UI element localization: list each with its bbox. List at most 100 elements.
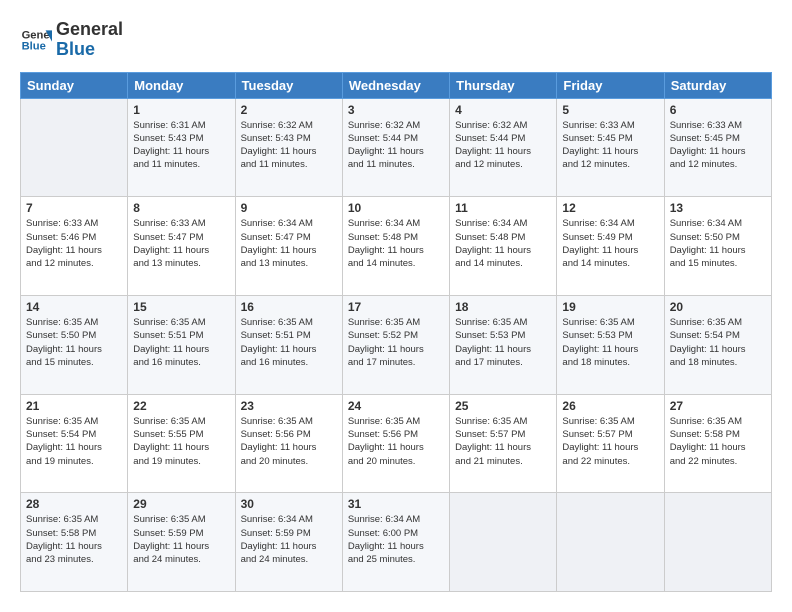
calendar-day-cell: 28 Sunrise: 6:35 AM Sunset: 5:58 PM Dayli… — [21, 493, 128, 592]
day-number: 29 — [133, 497, 229, 511]
day-info: Sunrise: 6:35 AM Sunset: 5:54 PM Dayligh… — [670, 316, 766, 369]
day-number: 24 — [348, 399, 444, 413]
day-number: 28 — [26, 497, 122, 511]
day-number: 23 — [241, 399, 337, 413]
day-info: Sunrise: 6:34 AM Sunset: 6:00 PM Dayligh… — [348, 513, 444, 566]
calendar-day-cell: 18 Sunrise: 6:35 AM Sunset: 5:53 PM Dayli… — [450, 295, 557, 394]
calendar-day-cell: 17 Sunrise: 6:35 AM Sunset: 5:52 PM Dayli… — [342, 295, 449, 394]
calendar-week-row: 14 Sunrise: 6:35 AM Sunset: 5:50 PM Dayli… — [21, 295, 772, 394]
calendar-day-cell: 21 Sunrise: 6:35 AM Sunset: 5:54 PM Dayli… — [21, 394, 128, 493]
day-info: Sunrise: 6:35 AM Sunset: 5:57 PM Dayligh… — [562, 415, 658, 468]
calendar-week-row: 21 Sunrise: 6:35 AM Sunset: 5:54 PM Dayli… — [21, 394, 772, 493]
calendar-header-friday: Friday — [557, 72, 664, 98]
calendar-day-cell: 11 Sunrise: 6:34 AM Sunset: 5:48 PM Dayli… — [450, 197, 557, 296]
day-number: 3 — [348, 103, 444, 117]
day-info: Sunrise: 6:35 AM Sunset: 5:50 PM Dayligh… — [26, 316, 122, 369]
day-info: Sunrise: 6:35 AM Sunset: 5:57 PM Dayligh… — [455, 415, 551, 468]
day-info: Sunrise: 6:35 AM Sunset: 5:53 PM Dayligh… — [562, 316, 658, 369]
calendar-day-cell: 30 Sunrise: 6:34 AM Sunset: 5:59 PM Dayli… — [235, 493, 342, 592]
day-number: 6 — [670, 103, 766, 117]
calendar-header-wednesday: Wednesday — [342, 72, 449, 98]
day-number: 10 — [348, 201, 444, 215]
calendar-week-row: 1Sunrise: 6:31 AM Sunset: 5:43 PM Daylig… — [21, 98, 772, 197]
day-info: Sunrise: 6:35 AM Sunset: 5:51 PM Dayligh… — [133, 316, 229, 369]
day-number: 31 — [348, 497, 444, 511]
logo-icon: General Blue — [20, 24, 52, 56]
day-number: 12 — [562, 201, 658, 215]
calendar-header-thursday: Thursday — [450, 72, 557, 98]
day-number: 15 — [133, 300, 229, 314]
day-number: 11 — [455, 201, 551, 215]
day-info: Sunrise: 6:34 AM Sunset: 5:48 PM Dayligh… — [348, 217, 444, 270]
day-info: Sunrise: 6:35 AM Sunset: 5:56 PM Dayligh… — [348, 415, 444, 468]
day-info: Sunrise: 6:35 AM Sunset: 5:51 PM Dayligh… — [241, 316, 337, 369]
day-number: 25 — [455, 399, 551, 413]
day-number: 21 — [26, 399, 122, 413]
day-number: 18 — [455, 300, 551, 314]
calendar-day-cell: 25 Sunrise: 6:35 AM Sunset: 5:57 PM Dayli… — [450, 394, 557, 493]
calendar-header-row: SundayMondayTuesdayWednesdayThursdayFrid… — [21, 72, 772, 98]
day-info: Sunrise: 6:34 AM Sunset: 5:59 PM Dayligh… — [241, 513, 337, 566]
calendar-day-cell: 3 Sunrise: 6:32 AM Sunset: 5:44 PM Daylig… — [342, 98, 449, 197]
calendar-day-cell — [557, 493, 664, 592]
logo: General Blue General Blue — [20, 20, 123, 60]
day-number: 22 — [133, 399, 229, 413]
calendar-day-cell: 19 Sunrise: 6:35 AM Sunset: 5:53 PM Dayli… — [557, 295, 664, 394]
calendar-day-cell: 26 Sunrise: 6:35 AM Sunset: 5:57 PM Dayli… — [557, 394, 664, 493]
day-number: 20 — [670, 300, 766, 314]
calendar-day-cell: 22 Sunrise: 6:35 AM Sunset: 5:55 PM Dayli… — [128, 394, 235, 493]
day-info: Sunrise: 6:34 AM Sunset: 5:48 PM Dayligh… — [455, 217, 551, 270]
calendar-day-cell — [21, 98, 128, 197]
day-number: 17 — [348, 300, 444, 314]
calendar-header-monday: Monday — [128, 72, 235, 98]
calendar-day-cell: 29 Sunrise: 6:35 AM Sunset: 5:59 PM Dayli… — [128, 493, 235, 592]
day-number: 9 — [241, 201, 337, 215]
day-number: 14 — [26, 300, 122, 314]
calendar-day-cell: 7Sunrise: 6:33 AM Sunset: 5:46 PM Daylig… — [21, 197, 128, 296]
day-info: Sunrise: 6:34 AM Sunset: 5:50 PM Dayligh… — [670, 217, 766, 270]
calendar-day-cell: 5Sunrise: 6:33 AM Sunset: 5:45 PM Daylig… — [557, 98, 664, 197]
day-number: 13 — [670, 201, 766, 215]
day-number: 1 — [133, 103, 229, 117]
day-number: 19 — [562, 300, 658, 314]
calendar-day-cell: 9Sunrise: 6:34 AM Sunset: 5:47 PM Daylig… — [235, 197, 342, 296]
day-number: 4 — [455, 103, 551, 117]
calendar-table: SundayMondayTuesdayWednesdayThursdayFrid… — [20, 72, 772, 592]
svg-text:Blue: Blue — [22, 40, 46, 52]
calendar-day-cell: 16 Sunrise: 6:35 AM Sunset: 5:51 PM Dayli… — [235, 295, 342, 394]
calendar-day-cell: 24 Sunrise: 6:35 AM Sunset: 5:56 PM Dayli… — [342, 394, 449, 493]
calendar-day-cell: 23 Sunrise: 6:35 AM Sunset: 5:56 PM Dayli… — [235, 394, 342, 493]
calendar-day-cell: 31 Sunrise: 6:34 AM Sunset: 6:00 PM Dayli… — [342, 493, 449, 592]
day-info: Sunrise: 6:32 AM Sunset: 5:43 PM Dayligh… — [241, 119, 337, 172]
header: General Blue General Blue — [20, 20, 772, 60]
day-number: 30 — [241, 497, 337, 511]
calendar-day-cell: 13 Sunrise: 6:34 AM Sunset: 5:50 PM Dayli… — [664, 197, 771, 296]
day-info: Sunrise: 6:35 AM Sunset: 5:58 PM Dayligh… — [26, 513, 122, 566]
day-info: Sunrise: 6:35 AM Sunset: 5:54 PM Dayligh… — [26, 415, 122, 468]
day-number: 16 — [241, 300, 337, 314]
calendar-day-cell — [664, 493, 771, 592]
calendar-day-cell: 20 Sunrise: 6:35 AM Sunset: 5:54 PM Dayli… — [664, 295, 771, 394]
day-info: Sunrise: 6:33 AM Sunset: 5:47 PM Dayligh… — [133, 217, 229, 270]
day-info: Sunrise: 6:35 AM Sunset: 5:55 PM Dayligh… — [133, 415, 229, 468]
day-info: Sunrise: 6:32 AM Sunset: 5:44 PM Dayligh… — [348, 119, 444, 172]
calendar-day-cell: 1Sunrise: 6:31 AM Sunset: 5:43 PM Daylig… — [128, 98, 235, 197]
day-number: 26 — [562, 399, 658, 413]
calendar-header-tuesday: Tuesday — [235, 72, 342, 98]
day-info: Sunrise: 6:35 AM Sunset: 5:53 PM Dayligh… — [455, 316, 551, 369]
calendar-day-cell: 27Sunrise: 6:35 AM Sunset: 5:58 PM Dayli… — [664, 394, 771, 493]
day-info: Sunrise: 6:33 AM Sunset: 5:45 PM Dayligh… — [562, 119, 658, 172]
calendar-header-sunday: Sunday — [21, 72, 128, 98]
day-info: Sunrise: 6:35 AM Sunset: 5:52 PM Dayligh… — [348, 316, 444, 369]
calendar-day-cell: 4Sunrise: 6:32 AM Sunset: 5:44 PM Daylig… — [450, 98, 557, 197]
day-info: Sunrise: 6:35 AM Sunset: 5:56 PM Dayligh… — [241, 415, 337, 468]
calendar-day-cell: 15 Sunrise: 6:35 AM Sunset: 5:51 PM Dayli… — [128, 295, 235, 394]
day-number: 2 — [241, 103, 337, 117]
calendar-day-cell: 14 Sunrise: 6:35 AM Sunset: 5:50 PM Dayli… — [21, 295, 128, 394]
day-info: Sunrise: 6:35 AM Sunset: 5:59 PM Dayligh… — [133, 513, 229, 566]
calendar-week-row: 28 Sunrise: 6:35 AM Sunset: 5:58 PM Dayli… — [21, 493, 772, 592]
day-info: Sunrise: 6:33 AM Sunset: 5:46 PM Dayligh… — [26, 217, 122, 270]
day-number: 27 — [670, 399, 766, 413]
calendar-day-cell: 8Sunrise: 6:33 AM Sunset: 5:47 PM Daylig… — [128, 197, 235, 296]
calendar-day-cell — [450, 493, 557, 592]
